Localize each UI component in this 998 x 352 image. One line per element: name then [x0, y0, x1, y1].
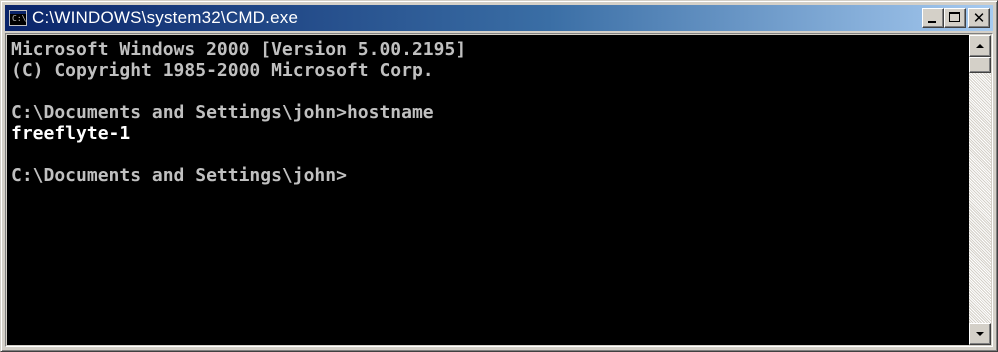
vertical-scrollbar[interactable] [969, 35, 991, 345]
scroll-up-button[interactable] [969, 35, 991, 57]
close-icon: ✕ [972, 8, 986, 27]
cmd-icon[interactable]: C:\ [9, 10, 27, 26]
close-button[interactable]: ✕ [968, 8, 990, 28]
console-line: C:\Documents and Settings\john>hostname [11, 102, 434, 123]
console-line: Microsoft Windows 2000 [Version 5.00.219… [11, 39, 467, 60]
console-line: (C) Copyright 1985-2000 Microsoft Corp. [11, 60, 434, 81]
console-output[interactable]: Microsoft Windows 2000 [Version 5.00.219… [7, 35, 969, 345]
console-line-output: freeflyte-1 [11, 123, 131, 144]
title-bar[interactable]: C:\ C:\WINDOWS\system32\CMD.exe ✕ [5, 5, 993, 31]
console-text: Microsoft Windows 2000 [Version 5.00.219… [7, 35, 969, 186]
cmd-icon-text: C:\ [12, 14, 27, 23]
scroll-up-arrow-icon [976, 44, 984, 48]
cmd-window: C:\ C:\WINDOWS\system32\CMD.exe ✕ Micros… [0, 0, 998, 352]
console-frame: Microsoft Windows 2000 [Version 5.00.219… [5, 33, 993, 347]
scroll-down-arrow-icon [976, 332, 984, 336]
minimize-icon [928, 21, 936, 23]
minimize-button[interactable] [922, 8, 944, 28]
scroll-down-button[interactable] [969, 323, 991, 345]
maximize-icon [949, 12, 960, 22]
console-prompt[interactable]: C:\Documents and Settings\john> [11, 165, 969, 186]
maximize-button[interactable] [944, 8, 966, 28]
title-buttons: ✕ [922, 8, 990, 28]
window-title: C:\WINDOWS\system32\CMD.exe [32, 8, 299, 27]
scroll-thumb[interactable] [969, 57, 991, 73]
